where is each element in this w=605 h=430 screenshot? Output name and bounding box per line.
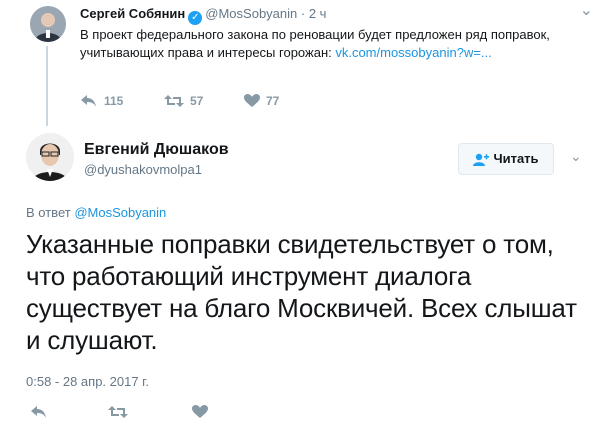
main-author-handle[interactable]: @dyushakovmolpa1 [84,162,202,177]
follow-button[interactable]: Читать [458,143,554,175]
retweet-icon [108,406,128,418]
retweet-icon [164,95,184,107]
main-like-button[interactable] [192,403,208,421]
header-separator: · [300,6,306,21]
like-count: 77 [266,94,280,108]
reply-to-handle[interactable]: @MosSobyanin [74,205,166,220]
heart-icon [192,405,208,418]
main-author-avatar[interactable] [26,133,74,181]
parent-tweet-text: В проект федерального закона по реноваци… [80,26,580,62]
main-tweet-menu-chevron-down-icon[interactable]: ⌄ [570,148,582,165]
reply-icon [81,95,96,107]
reply-button[interactable]: 115 [80,94,123,108]
main-reply-button[interactable] [30,403,48,421]
parent-author-handle[interactable]: @MosSobyanin [205,6,297,21]
follow-button-label: Читать [493,151,539,166]
main-retweet-button[interactable] [108,403,128,421]
thread-connector-line [46,46,48,126]
reply-icon [31,406,46,418]
parent-tweet-link[interactable]: vk.com/mossobyanin?w=... [335,45,491,60]
parent-tweet-time[interactable]: 2 ч [309,6,327,21]
heart-icon [244,94,260,107]
like-button[interactable]: 77 [244,94,279,108]
retweet-button[interactable]: 57 [164,94,203,108]
main-tweet-timestamp[interactable]: 0:58 - 28 апр. 2017 г. [26,374,149,389]
parent-author-name[interactable]: Сергей Собянин [80,6,185,21]
add-user-icon [473,153,490,166]
retweet-count: 57 [190,94,204,108]
verified-badge-icon: ✓ [188,11,203,25]
reply-context: В ответ @MosSobyanin [26,205,166,220]
reply-count: 115 [104,94,124,108]
parent-author-avatar[interactable] [30,6,66,42]
reply-prefix: В ответ [26,205,75,220]
main-author-name[interactable]: Евгений Дюшаков [84,141,229,159]
parent-tweet-menu-chevron-down-icon[interactable]: ⌄ [580,0,593,20]
main-tweet-text: Указанные поправки свидетельствует о том… [26,229,577,355]
parent-tweet-header: Сергей Собянин ✓ @MosSobyanin · 2 ч [80,6,326,25]
